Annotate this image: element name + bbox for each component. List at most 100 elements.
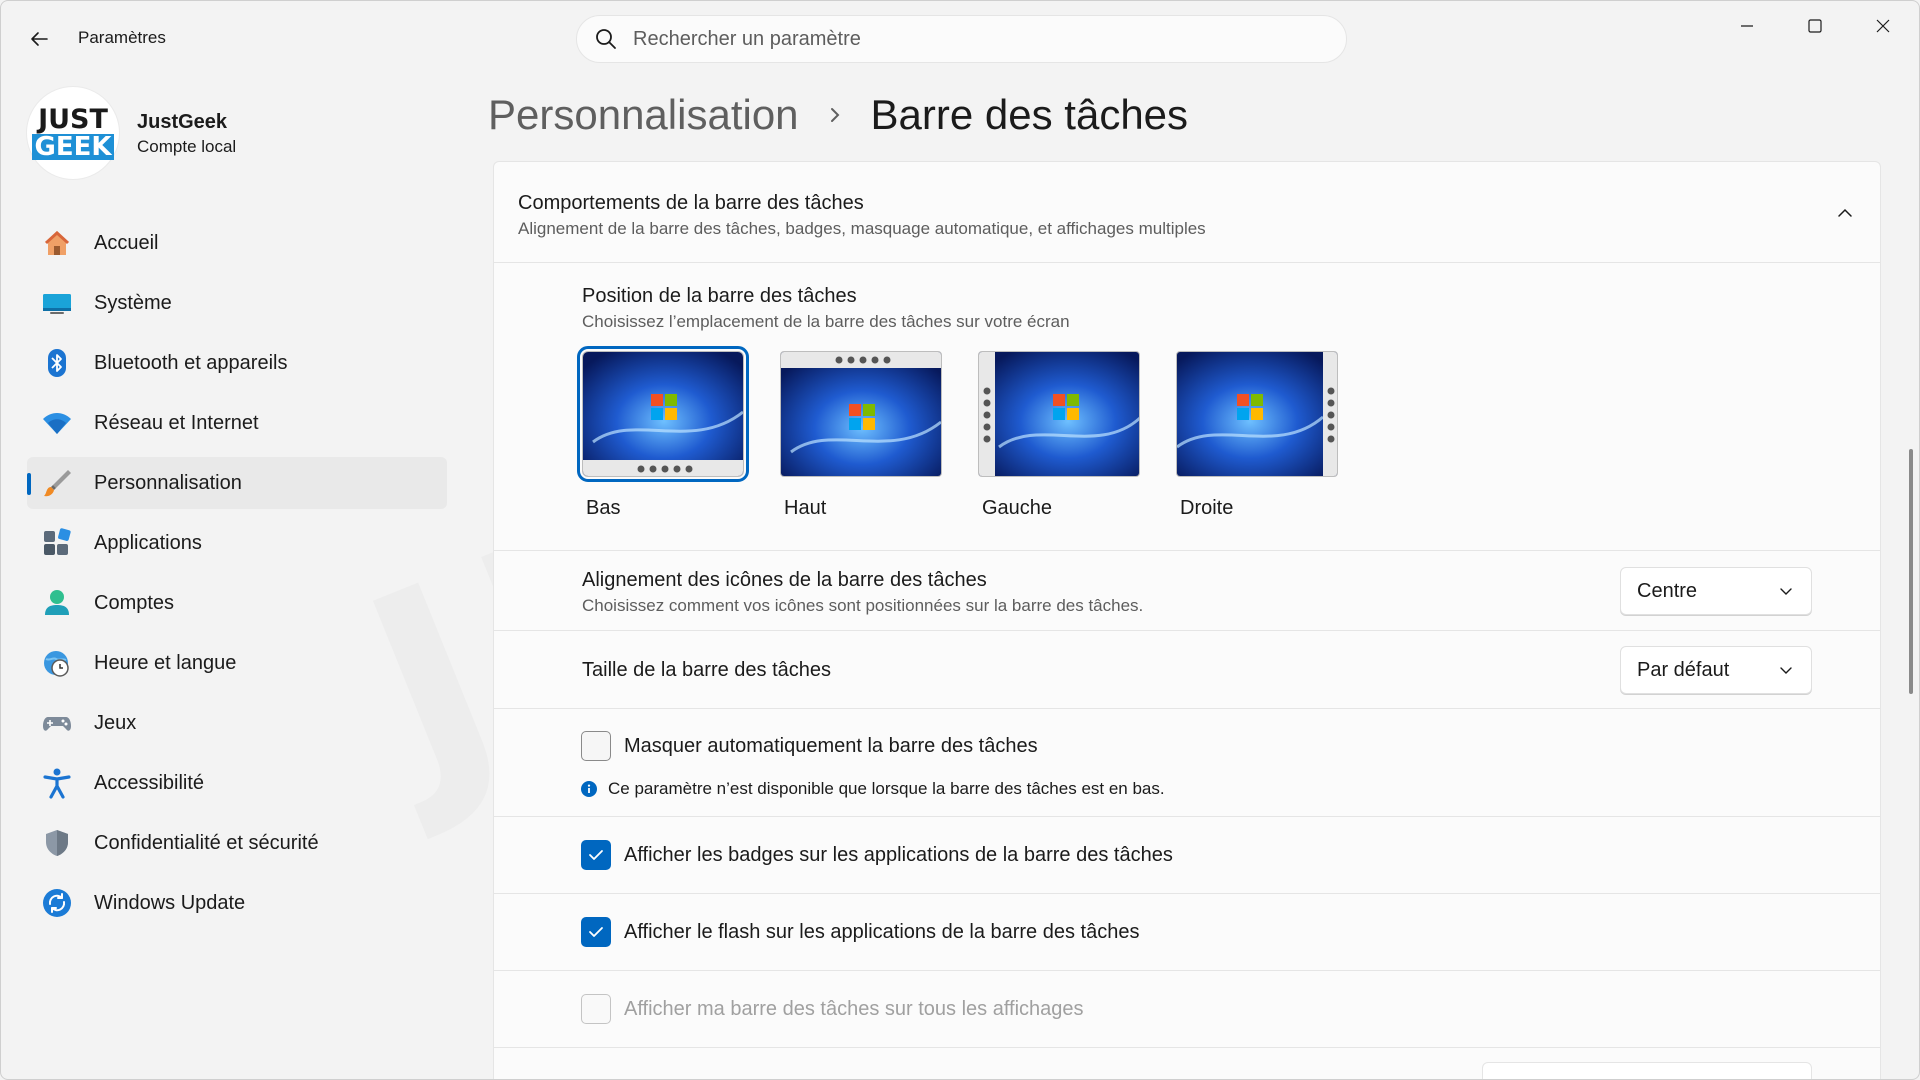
size-title: Taille de la barre des tâches [582,659,832,681]
brush-icon [41,467,73,499]
user-name: JustGeek [137,111,228,133]
wallpaper-thumbnail [780,351,942,477]
alignment-subtitle: Choisissez comment vos icônes sont posit… [582,596,1144,615]
chevron-up-icon[interactable] [1830,198,1860,228]
badges-section: Afficher les badges sur les applications… [493,817,1881,894]
avatar-text-line2: GEEK [32,132,114,162]
globe-clock-icon [41,647,73,679]
autohide-checkbox[interactable] [581,731,611,761]
position-subtitle: Choisissez l’emplacement de la barre des… [582,312,1070,331]
sidebar-item-confidentialite[interactable]: Confidentialité et sécurité [27,817,447,869]
autohide-info: Ce paramètre n’est disponible que lorsqu… [608,779,1165,798]
sidebar-item-label: Confidentialité et sécurité [94,831,319,854]
flash-section: Afficher le flash sur les applications d… [493,894,1881,971]
sidebar-item-label: Applications [94,531,202,554]
avatar-text-line1: JUST [38,104,108,135]
avatar: JUST GEEK [27,87,119,179]
settings-window: JUST GEEK Paramètres [0,0,1920,1080]
search-box[interactable] [576,15,1347,63]
sidebar-item-label: Personnalisation [94,471,242,494]
size-section: Taille de la barre des tâches Par défaut [493,631,1881,709]
behaviors-subtitle: Alignement de la barre des tâches, badge… [518,219,1206,238]
app-title: Paramètres [78,28,166,47]
sidebar-item-systeme[interactable]: Système [27,277,447,329]
sidebar-item-label: Jeux [94,711,137,734]
minimize-button[interactable] [1713,1,1781,51]
wallpaper-thumbnail [577,346,749,482]
position-label: Bas [586,497,621,519]
wifi-icon [41,407,73,439]
position-title: Position de la barre des tâches [582,285,857,307]
account-type: Compte local [137,137,237,156]
minimize-icon [1741,25,1753,27]
all-displays-label: Afficher ma barre des tâches sur tous le… [624,998,1084,1020]
sidebar-item-jeux[interactable]: Jeux [27,697,447,749]
arrow-left-icon [31,32,48,46]
sidebar-item-windows-update[interactable]: Windows Update [27,877,447,929]
position-section: Position de la barre des tâches Choisiss… [493,263,1881,551]
autohide-label: Masquer automatiquement la barre des tâc… [624,735,1038,757]
person-icon [41,587,73,619]
wallpaper-thumbnail [1176,351,1338,477]
info-icon [581,781,597,797]
sidebar-item-heure[interactable]: Heure et langue [27,637,447,689]
size-dropdown[interactable]: Par défaut [1620,646,1812,694]
alignment-section: Alignement des icônes de la barre des tâ… [493,551,1881,631]
badges-label: Afficher les badges sur les applications… [624,844,1173,866]
wallpaper-thumbnail [978,351,1140,477]
badges-checkbox[interactable] [581,840,611,870]
sidebar-item-personnalisation[interactable]: Personnalisation [27,457,447,509]
content-panel: Comportements de la barre des tâches Ali… [493,161,1881,1079]
breadcrumb-parent[interactable]: Personnalisation [488,91,799,139]
title-bar: Paramètres [1,1,1919,77]
next-section [493,1048,1881,1079]
apps-icon [41,527,73,559]
bluetooth-icon [41,347,73,379]
sidebar-item-bluetooth[interactable]: Bluetooth et appareils [27,337,447,389]
all-displays-section: Afficher ma barre des tâches sur tous le… [493,971,1881,1048]
sidebar-item-reseau[interactable]: Réseau et Internet [27,397,447,449]
sidebar-item-label: Réseau et Internet [94,411,259,434]
maximize-icon [1808,19,1822,33]
home-icon [41,227,73,259]
accessibility-icon [41,767,73,799]
next-dropdown[interactable] [1482,1062,1812,1079]
chevron-down-icon [1779,662,1795,678]
flash-checkbox[interactable] [581,917,611,947]
behaviors-title: Comportements de la barre des tâches [518,192,864,214]
flash-label: Afficher le flash sur les applications d… [624,921,1140,943]
sidebar-item-label: Système [94,291,172,314]
sidebar-item-label: Accueil [94,231,159,254]
sidebar-item-accessibilite[interactable]: Accessibilité [27,757,447,809]
sidebar-item-label: Comptes [94,591,175,614]
shield-icon [41,827,73,859]
back-button[interactable] [19,19,59,59]
autohide-section: Masquer automatiquement la barre des tâc… [493,709,1881,817]
alignment-dropdown[interactable]: Centre [1620,567,1812,615]
search-input[interactable] [633,27,1283,51]
sidebar-item-applications[interactable]: Applications [27,517,447,569]
sidebar-item-label: Heure et langue [94,651,237,674]
alignment-title: Alignement des icônes de la barre des tâ… [582,569,987,591]
chevron-right-icon [825,105,845,125]
sidebar-item-label: Windows Update [94,891,246,914]
sidebar-item-label: Bluetooth et appareils [94,351,288,374]
maximize-button[interactable] [1781,1,1849,51]
gamepad-icon [41,707,73,739]
update-icon [41,887,73,919]
checkmark-icon [589,850,603,860]
sidebar-item-accueil[interactable]: Accueil [27,217,447,269]
all-displays-checkbox[interactable] [581,994,611,1024]
sidebar-item-comptes[interactable]: Comptes [27,577,447,629]
close-button[interactable] [1849,1,1917,51]
position-label: Gauche [982,497,1053,519]
checkmark-icon [589,927,603,937]
search-icon [593,26,619,52]
position-label: Droite [1180,497,1234,519]
breadcrumb: Personnalisation Barre des tâches [488,87,1188,143]
scrollbar[interactable] [1909,449,1913,694]
behaviors-header[interactable]: Comportements de la barre des tâches Ali… [493,161,1881,263]
close-icon [1876,19,1890,33]
chevron-down-icon [1779,583,1795,599]
position-label: Haut [784,497,827,519]
